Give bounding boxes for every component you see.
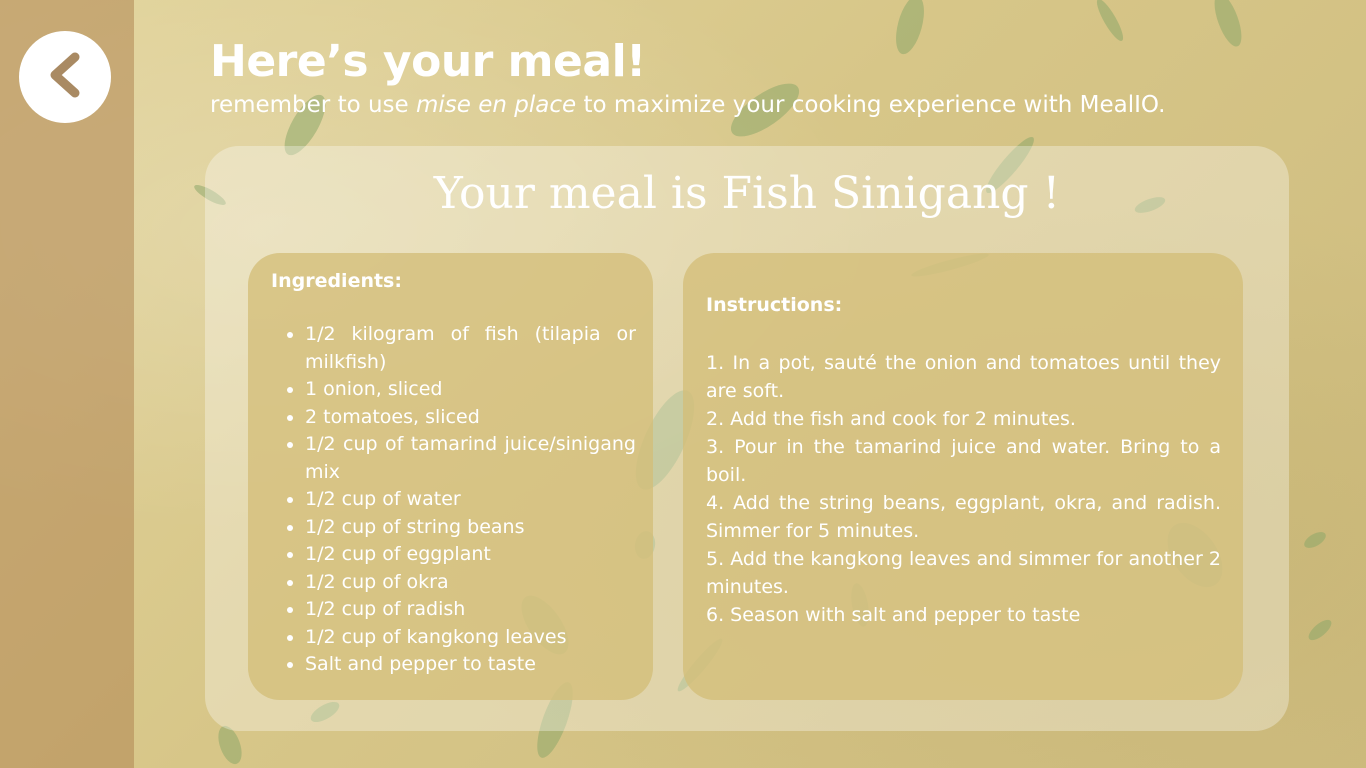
meal-title: Your meal is Fish Sinigang ! — [433, 168, 1061, 219]
instruction-step: 3. Pour in the tamarind juice and water.… — [706, 436, 1221, 486]
instruction-step: 4. Add the string beans, eggplant, okra,… — [706, 492, 1221, 542]
ingredient-item: 1/2 kilogram of fish (tilapia or milkfis… — [305, 321, 636, 376]
ingredients-panel: Ingredients: 1/2 kilogram of fish (tilap… — [248, 253, 653, 700]
ingredient-item: 2 tomatoes, sliced — [305, 404, 636, 432]
instructions-panel: Instructions: 1. In a pot, sauté the oni… — [683, 253, 1243, 700]
subtitle-text-after: to maximize your cooking experience with… — [576, 92, 1166, 118]
page-title: Here’s your meal! — [210, 36, 646, 87]
instruction-step: 5. Add the kangkong leaves and simmer fo… — [706, 548, 1221, 598]
instruction-step: 6. Season with salt and pepper to taste — [706, 604, 1081, 626]
ingredient-item: 1/2 cup of tamarind juice/sinigang mix — [305, 431, 636, 486]
instruction-step: 1. In a pot, sauté the onion and tomatoe… — [706, 352, 1221, 402]
page-subtitle: remember to use mise en place to maximiz… — [210, 92, 1165, 118]
ingredient-item: 1/2 cup of eggplant — [305, 541, 636, 569]
ingredient-item: Salt and pepper to taste — [305, 651, 636, 679]
ingredient-item: 1/2 cup of kangkong leaves — [305, 624, 636, 652]
subtitle-emphasis: mise en place — [416, 92, 577, 118]
ingredients-heading: Ingredients: — [271, 270, 402, 292]
ingredient-item: 1/2 cup of radish — [305, 596, 636, 624]
instructions-list: 1. In a pot, sauté the onion and tomatoe… — [706, 349, 1221, 629]
ingredient-item: 1/2 cup of string beans — [305, 514, 636, 542]
ingredient-item: 1/2 cup of water — [305, 486, 636, 514]
instruction-step: 2. Add the fish and cook for 2 minutes. — [706, 408, 1076, 430]
ingredient-item: 1/2 cup of okra — [305, 569, 636, 597]
back-button[interactable] — [19, 31, 111, 123]
ingredient-item: 1 onion, sliced — [305, 376, 636, 404]
chevron-left-icon — [45, 51, 85, 103]
subtitle-text-before: remember to use — [210, 92, 417, 118]
instructions-heading: Instructions: — [706, 294, 843, 316]
ingredients-list: 1/2 kilogram of fish (tilapia or milkfis… — [271, 321, 636, 679]
